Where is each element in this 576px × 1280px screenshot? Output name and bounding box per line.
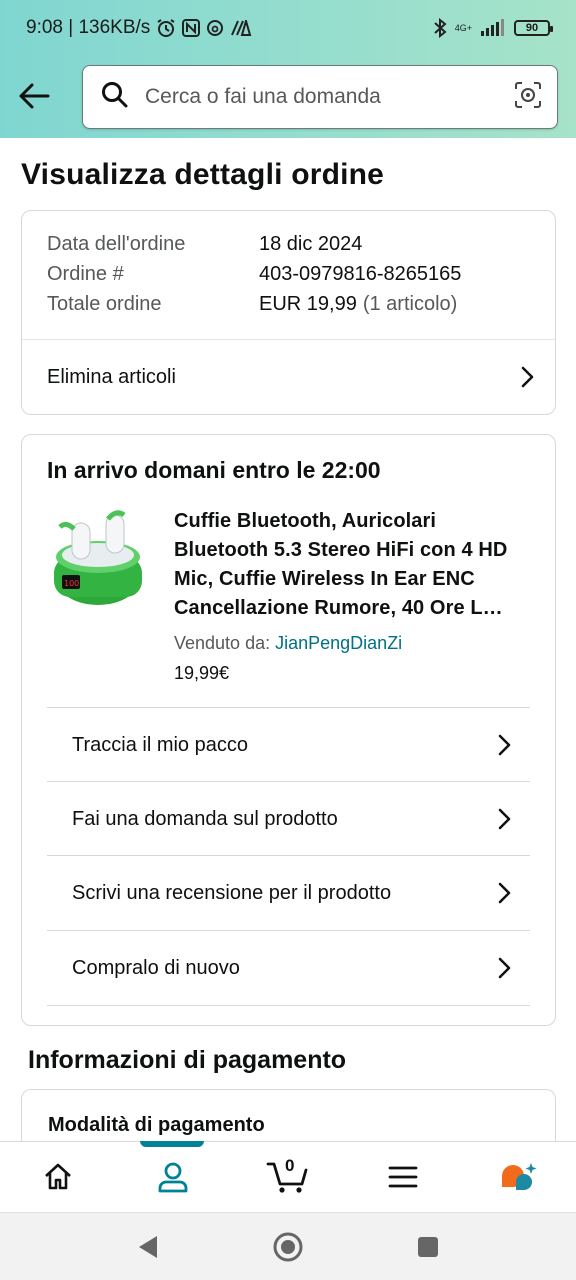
arrival-status: In arrivo domani entro le 22:00 <box>47 457 381 483</box>
svg-text:100: 100 <box>64 579 79 588</box>
order-item-count: (1 articolo) <box>362 293 458 315</box>
nav-rufus[interactable] <box>461 1142 576 1212</box>
system-navigation-bar <box>0 1212 576 1280</box>
battery-indicator: 90 <box>514 20 553 36</box>
order-total-value: EUR 19,99 <box>259 293 357 315</box>
nav-cart[interactable]: 0 <box>230 1142 345 1212</box>
top-header: 9:08 | 136KB/s 4G+ 90 Cerca o fai una do… <box>0 0 576 138</box>
back-arrow-icon <box>19 83 50 109</box>
page-title: Visualizza dettagli ordine <box>21 158 385 191</box>
cart-count: 0 <box>285 1156 295 1175</box>
product-price: 19,99€ <box>174 663 230 683</box>
payment-section-title: Informazioni di pagamento <box>28 1046 347 1074</box>
chevron-right-icon <box>498 808 511 830</box>
triangle-back-icon <box>139 1235 157 1258</box>
seller-info: Venduto da: JianPengDianZi <box>174 633 402 654</box>
payment-mode-label: Modalità di pagamento <box>48 1114 265 1136</box>
nav-menu[interactable] <box>346 1142 461 1212</box>
rufus-assistant-icon <box>502 1163 537 1190</box>
buy-again-label: Compralo di nuovo <box>72 956 240 979</box>
system-recents-button[interactable] <box>408 1227 448 1267</box>
nfc-icon <box>182 19 201 37</box>
order-date-value: 18 dic 2024 <box>259 233 363 255</box>
order-total-row: Totale ordine EUR 19,99 (1 articolo) <box>47 293 457 316</box>
circle-home-icon <box>273 1232 303 1261</box>
user-icon <box>158 1162 188 1193</box>
menu-icon <box>388 1166 418 1188</box>
order-date-row: Data dell'ordine 18 dic 2024 <box>47 233 362 256</box>
signal-icon <box>480 19 506 37</box>
write-review-button[interactable]: Scrivi una recensione per il prodotto <box>47 856 530 930</box>
system-home-button[interactable] <box>268 1227 308 1267</box>
threads-icon <box>206 19 224 37</box>
ask-product-question-button[interactable]: Fai una domanda sul prodotto <box>47 782 530 856</box>
track-package-label: Traccia il mio pacco <box>72 733 248 756</box>
square-recents-icon <box>418 1236 438 1257</box>
order-date-label: Data dell'ordine <box>47 233 186 255</box>
delete-items-link[interactable]: Elimina articoli <box>22 340 555 414</box>
network-type: 4G+ <box>454 22 472 33</box>
chevron-right-icon <box>498 734 511 756</box>
ask-question-label: Fai una domanda sul prodotto <box>72 807 338 830</box>
nav-home[interactable] <box>0 1142 115 1212</box>
seller-link[interactable]: JianPengDianZi <box>275 633 402 653</box>
product-image[interactable]: 100 <box>50 505 146 611</box>
order-number-row: Ordine # 403-0979816-8265165 <box>47 263 461 286</box>
bluetooth-icon <box>433 18 447 38</box>
order-summary-card: Data dell'ordine 18 dic 2024 Ordine # 40… <box>21 210 556 415</box>
seller-label: Venduto da: <box>174 633 271 653</box>
bottom-navigation: 0 <box>0 1141 576 1212</box>
search-input[interactable]: Cerca o fai una domanda <box>145 85 513 109</box>
home-icon <box>44 1163 71 1190</box>
order-number-label: Ordine # <box>47 263 124 285</box>
chevron-right-icon <box>498 882 511 904</box>
shipment-card: In arrivo domani entro le 22:00 100 Cuff… <box>21 434 556 1026</box>
system-back-button[interactable] <box>128 1227 168 1267</box>
buy-again-button[interactable]: Compralo di nuovo <box>47 931 530 1005</box>
chevron-right-icon <box>521 366 534 388</box>
chevron-right-icon <box>498 957 511 979</box>
app-notification-icon <box>230 20 252 36</box>
back-button[interactable] <box>14 76 54 116</box>
product-title[interactable]: Cuffie Bluetooth, Auricolari Bluetooth 5… <box>174 507 534 623</box>
nav-account[interactable] <box>115 1142 230 1212</box>
search-icon <box>101 81 129 114</box>
delete-items-label: Elimina articoli <box>47 365 176 388</box>
search-bar[interactable]: Cerca o fai una domanda <box>82 65 558 129</box>
order-total-label: Totale ordine <box>47 293 162 315</box>
status-bar: 9:08 | 136KB/s 4G+ 90 <box>26 14 553 42</box>
order-number-value: 403-0979816-8265165 <box>259 263 462 285</box>
track-package-button[interactable]: Traccia il mio pacco <box>47 708 530 782</box>
status-time: 9:08 | 136KB/s <box>26 17 151 38</box>
alarm-icon <box>156 18 176 38</box>
camera-lens-icon[interactable] <box>513 80 543 115</box>
divider <box>47 1005 530 1006</box>
write-review-label: Scrivi una recensione per il prodotto <box>72 881 392 904</box>
